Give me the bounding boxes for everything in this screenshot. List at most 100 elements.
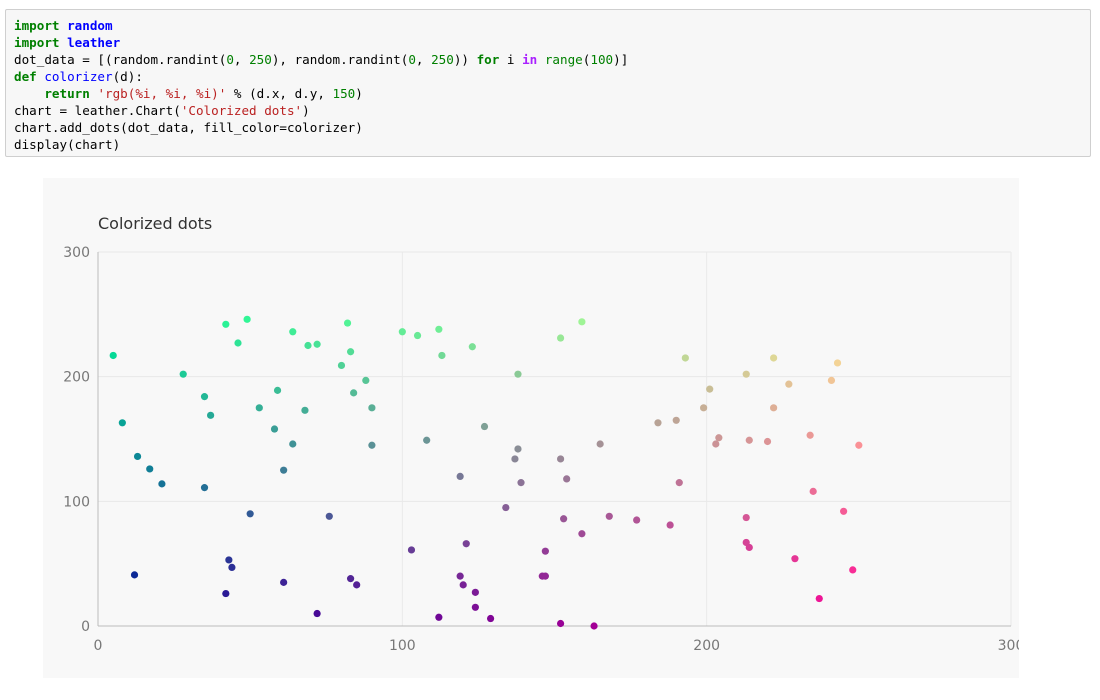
- scatter-dot: [325, 512, 333, 520]
- code-token: random: [67, 18, 113, 33]
- scatter-dot: [742, 370, 750, 378]
- scatter-dot: [313, 340, 321, 348]
- code-line: def colorizer(d):: [14, 68, 1082, 85]
- scatter-dot: [346, 348, 355, 356]
- scatter-dot: [763, 437, 772, 446]
- code-line: import leather: [14, 34, 1082, 51]
- scatter-dot: [459, 581, 467, 589]
- scatter-dot: [712, 440, 720, 448]
- scatter-dot: [246, 510, 254, 518]
- scatter-dot: [337, 361, 346, 370]
- scatter-dot: [471, 603, 479, 611]
- scatter-dot: [456, 472, 464, 480]
- scatter-dot: [222, 320, 230, 328]
- scatter-dot: [556, 334, 565, 342]
- code-line: import random: [14, 17, 1082, 34]
- y-tick-label: 300: [63, 245, 90, 261]
- code-token: ,: [233, 52, 250, 67]
- scatter-dot: [514, 445, 522, 453]
- scatter-dot: [313, 609, 321, 618]
- scatter-dot: [368, 404, 376, 412]
- scatter-chart: Colorized dots 0 100 200 300 0 100 200 300: [43, 178, 1024, 678]
- code-token: ): [302, 103, 310, 118]
- scatter-dot: [200, 393, 209, 401]
- y-tick-label: 0: [81, 619, 90, 635]
- scatter-dot: [289, 440, 297, 448]
- scatter-dot: [353, 581, 361, 589]
- code-token: i: [499, 52, 523, 67]
- code-token: 250: [249, 52, 272, 67]
- scatter-dot: [346, 575, 355, 583]
- scatter-dot: [222, 589, 230, 598]
- scatter-dot: [840, 507, 848, 515]
- scatter-dot: [815, 594, 823, 603]
- y-tick-label: 100: [63, 494, 90, 510]
- scatter-dot: [770, 354, 778, 362]
- y-tick-label: 200: [63, 370, 90, 386]
- scatter-dot: [742, 513, 750, 522]
- scatter-dot: [715, 434, 723, 442]
- scatter-dot: [423, 436, 431, 444]
- scatter-dot: [672, 416, 680, 424]
- scatter-dot: [791, 555, 799, 563]
- scatter-dot: [228, 563, 236, 572]
- scatter-dot: [514, 370, 522, 378]
- scatter-dot: [273, 386, 282, 394]
- scatter-dot: [700, 404, 708, 412]
- code-cell-input[interactable]: import random import leather dot_data = [(…: [5, 9, 1091, 157]
- scatter-dot: [158, 480, 166, 488]
- scatter-dot: [301, 406, 309, 414]
- code-token: range: [544, 52, 583, 67]
- x-tick-label: 0: [94, 638, 103, 654]
- code-token: )): [453, 52, 477, 67]
- scatter-dot: [407, 546, 416, 554]
- scatter-dot: [255, 404, 263, 412]
- code-token: ,: [415, 52, 432, 67]
- scatter-dot: [633, 516, 641, 524]
- scatter-dot: [785, 380, 793, 388]
- code-line: chart.add_dots(dot_data, fill_color=colo…: [14, 119, 1082, 136]
- scatter-dot: [179, 370, 187, 378]
- scatter-dot: [578, 530, 586, 538]
- code-token: 'rgb(%i, %i, %i)': [97, 86, 227, 101]
- scatter-dot: [118, 419, 126, 427]
- scatter-dot: [468, 343, 476, 351]
- code-line: dot_data = [(random.randint(0, 250), ran…: [14, 51, 1082, 68]
- scatter-dot: [289, 328, 297, 336]
- code-token: dot_data = [(random.randint(: [14, 52, 227, 67]
- code-token: import: [14, 35, 60, 50]
- code-token: 'Colorized dots': [180, 103, 303, 118]
- code-token: ), random.randint(: [271, 52, 409, 67]
- code-token: ): [355, 86, 363, 101]
- scatter-dot: [560, 515, 568, 523]
- scatter-dot: [398, 328, 406, 336]
- scatter-dot: [350, 389, 358, 397]
- code-line: chart = leather.Chart('Colorized dots'): [14, 102, 1082, 119]
- code-token: import: [14, 18, 60, 33]
- scatter-dot: [770, 404, 778, 412]
- scatter-dot: [225, 556, 233, 564]
- scatter-dot: [207, 411, 215, 419]
- code-token: chart = leather.Chart(: [14, 103, 181, 118]
- chart-background: [43, 178, 1019, 678]
- chart-output: Colorized dots 0 100 200 300 0 100 200 300: [43, 178, 1024, 678]
- scatter-dot: [681, 354, 689, 362]
- code-token: 150: [332, 86, 356, 101]
- scatter-dot: [368, 441, 376, 449]
- scatter-dot: [280, 466, 288, 474]
- scatter-dot: [675, 479, 683, 487]
- scatter-dot: [541, 572, 549, 580]
- scatter-dot: [806, 431, 814, 439]
- scatter-dot: [438, 351, 446, 360]
- scatter-dot: [563, 475, 571, 483]
- scatter-dot: [486, 614, 495, 623]
- scatter-dot: [304, 341, 312, 350]
- code-token: 250: [431, 52, 454, 67]
- scatter-dot: [556, 619, 565, 628]
- scatter-dot: [849, 566, 857, 574]
- code-token: for: [476, 52, 500, 67]
- scatter-dot: [827, 376, 836, 385]
- scatter-dot: [343, 319, 352, 327]
- code-token: % (d.x, d.y,: [226, 86, 333, 101]
